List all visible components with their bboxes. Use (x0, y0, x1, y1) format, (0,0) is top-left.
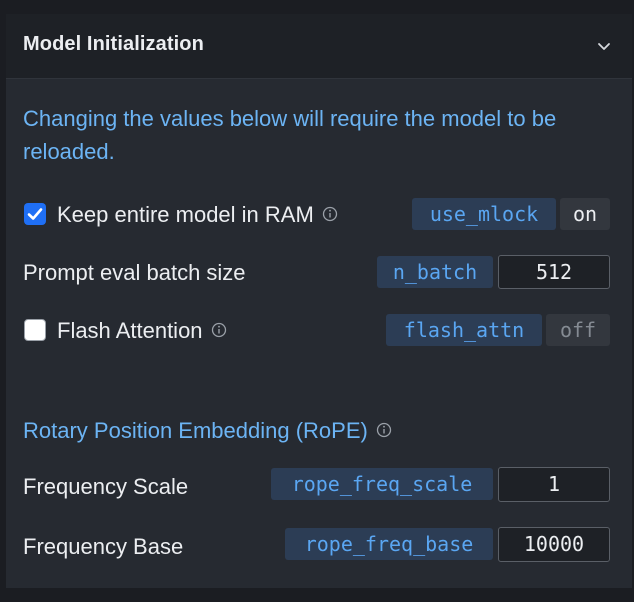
use-mlock-value[interactable]: on (560, 198, 610, 230)
batch-size-label: Prompt eval batch size (23, 260, 246, 285)
flash-attention-checkbox[interactable] (24, 319, 46, 341)
info-icon[interactable] (376, 422, 392, 438)
frequency-scale-input[interactable]: 1 (498, 467, 610, 502)
section-header[interactable]: Model Initialization (6, 14, 632, 79)
frequency-base-input[interactable]: 10000 (498, 527, 610, 562)
flash-attention-text: Flash Attention (57, 318, 203, 343)
flash-attn-tag: flash_attn (386, 314, 542, 346)
keep-in-ram-label: Keep entire model in RAM (57, 202, 338, 228)
checkmark-icon (27, 208, 43, 220)
frequency-base-label: Frequency Base (23, 534, 184, 559)
model-initialization-panel: Model Initialization Changing the values… (6, 14, 632, 588)
top-strip (0, 0, 634, 14)
frequency-scale-label: Frequency Scale (23, 474, 189, 499)
section-title: Model Initialization (23, 33, 204, 55)
flash-attention-label: Flash Attention (57, 318, 227, 344)
bottom-strip (0, 588, 634, 602)
n-batch-tag: n_batch (377, 256, 493, 288)
info-icon[interactable] (322, 206, 338, 222)
flash-attn-value[interactable]: off (546, 314, 610, 346)
batch-size-input[interactable]: 512 (498, 255, 610, 289)
rope-freq-base-tag: rope_freq_base (285, 528, 493, 560)
reload-notice: Changing the values below will require t… (23, 106, 557, 164)
info-icon[interactable] (211, 322, 227, 338)
rope-heading: Rotary Position Embedding (RoPE) (23, 418, 392, 444)
use-mlock-tag: use_mlock (412, 198, 556, 230)
chevron-down-icon[interactable] (596, 38, 612, 54)
rope-freq-scale-tag: rope_freq_scale (271, 468, 493, 500)
keep-in-ram-text: Keep entire model in RAM (57, 202, 314, 227)
keep-in-ram-checkbox[interactable] (24, 203, 46, 225)
rope-heading-text: Rotary Position Embedding (RoPE) (23, 418, 368, 443)
